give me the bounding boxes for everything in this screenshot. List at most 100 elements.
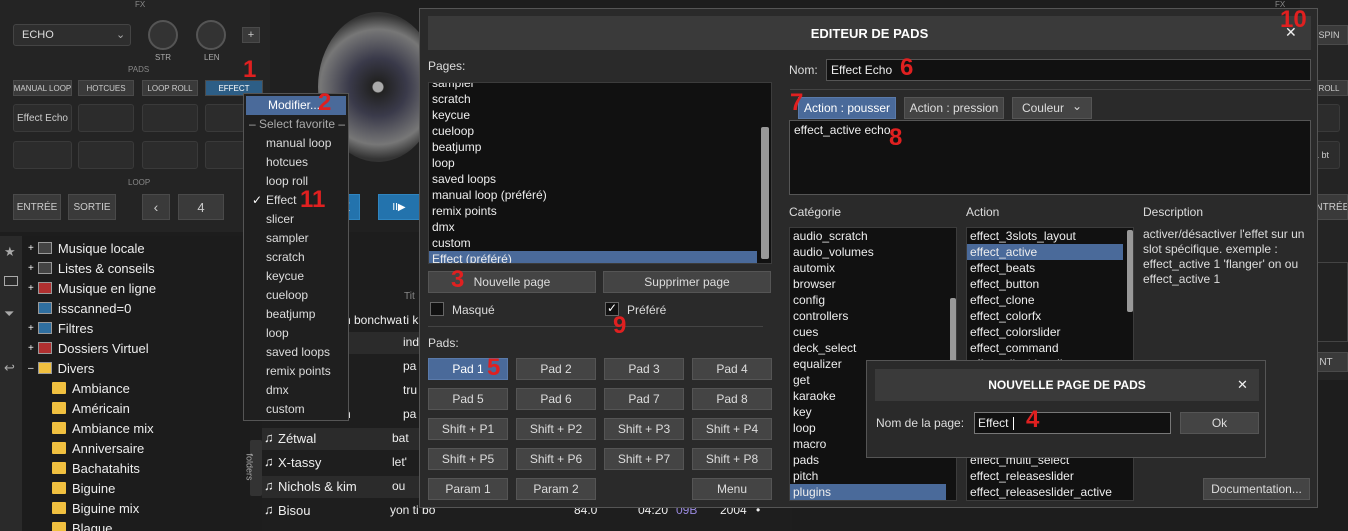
folder-bachatahits[interactable]: Bachatahits [52, 458, 140, 478]
page-name-input[interactable]: Effect [974, 412, 1171, 434]
folder-ambiance[interactable]: Ambiance [52, 378, 130, 398]
action-list-item[interactable]: effect_beats [967, 260, 1123, 276]
menu-item-favorite[interactable]: scratch [244, 248, 348, 267]
pad-button[interactable]: Pad 7 [604, 388, 684, 410]
menu-item-favorite[interactable]: saved loops [244, 343, 348, 362]
echo-select[interactable]: ECHO ⌄ [13, 24, 131, 46]
action-script-textarea[interactable]: effect_active echo [789, 120, 1311, 195]
action-list-item[interactable]: effect_button [967, 276, 1123, 292]
pad-button[interactable]: Shift + P3 [604, 418, 684, 440]
pad[interactable] [13, 141, 72, 169]
deck-play-button[interactable]: II▶ [378, 194, 420, 220]
page-list-item[interactable]: scratch [429, 91, 757, 107]
action-list-item[interactable]: effect_colorslider [967, 324, 1123, 340]
column-header-title[interactable]: Tit [404, 291, 415, 302]
pad-button[interactable]: Pad 8 [692, 388, 772, 410]
menu-item-favorite[interactable]: loop roll [244, 172, 348, 191]
page-list-item[interactable]: remix points [429, 203, 757, 219]
menu-item-favorite[interactable]: custom [244, 400, 348, 419]
ok-button[interactable]: Ok [1180, 412, 1259, 434]
loop-size-value[interactable]: 4 [178, 194, 224, 220]
page-list-item[interactable]: custom [429, 235, 757, 251]
filter-icon[interactable]: ⏷ [4, 306, 14, 322]
folder-anniversaire[interactable]: Anniversaire [52, 438, 144, 458]
pad[interactable] [78, 141, 134, 169]
page-list-item[interactable]: cueloop [429, 123, 757, 139]
pad-button[interactable]: Pad 4 [692, 358, 772, 380]
delete-page-button[interactable]: Supprimer page [603, 271, 771, 293]
categorie-list-item[interactable]: config [790, 292, 946, 308]
pad-button[interactable]: Shift + P5 [428, 448, 508, 470]
tab-couleur[interactable]: Couleur ⌄ [1012, 97, 1092, 119]
action-list-item[interactable]: effect_colorfx [967, 308, 1123, 324]
masque-checkbox[interactable] [430, 302, 444, 316]
categorie-list-item[interactable]: audio_volumes [790, 244, 946, 260]
tab-action-pression[interactable]: Action : pression [904, 97, 1004, 119]
categorie-list-item[interactable]: automix [790, 260, 946, 276]
pad-button[interactable]: Shift + P1 [428, 418, 508, 440]
pad[interactable] [142, 141, 198, 169]
pad-effect-echo[interactable]: Effect Echo [13, 104, 72, 132]
page-list-item[interactable]: sampler [429, 83, 757, 91]
action-list-item[interactable]: effect_command [967, 340, 1123, 356]
pad-button[interactable]: Pad 6 [516, 388, 596, 410]
categorie-list-item[interactable]: cues [790, 324, 946, 340]
page-list-item[interactable]: manual loop (préféré) [429, 187, 757, 203]
documentation-button[interactable]: Documentation... [1203, 478, 1310, 500]
menu-item-favorite[interactable]: sampler [244, 229, 348, 248]
action-list-item[interactable]: effect_releaseslider [967, 468, 1123, 484]
back-icon[interactable]: ↩ [4, 360, 15, 376]
menu-item-favorite[interactable]: dmx [244, 381, 348, 400]
categorie-list-item[interactable]: pitch [790, 468, 946, 484]
menu-item-favorite[interactable]: remix points [244, 362, 348, 381]
star-icon[interactable]: ★ [4, 244, 16, 260]
folder-ambiance-mix[interactable]: Ambiance mix [52, 418, 154, 438]
tree-item-dossiers-virtuel[interactable]: + Dossiers Virtuel [28, 338, 149, 358]
knob-len[interactable] [196, 20, 226, 50]
menu-item-favorite[interactable]: slicer [244, 210, 348, 229]
pad[interactable] [142, 104, 198, 132]
tree-item-listes[interactable]: + Listes & conseils [28, 258, 155, 278]
pad-button[interactable]: Shift + P2 [516, 418, 596, 440]
pad-button[interactable]: Pad 5 [428, 388, 508, 410]
knob-str[interactable] [148, 20, 178, 50]
action-list-item[interactable]: effect_active [967, 244, 1123, 260]
page-list-item[interactable]: Effect (préféré) [429, 251, 757, 263]
menu-item-favorite[interactable]: beatjump [244, 305, 348, 324]
tree-item-en-ligne[interactable]: + Musique en ligne [28, 278, 156, 298]
pad-button[interactable]: Shift + P4 [692, 418, 772, 440]
tree-item-divers[interactable]: – Divers [28, 358, 94, 378]
pad[interactable] [205, 141, 245, 169]
page-list-item[interactable]: saved loops [429, 171, 757, 187]
folder-americain[interactable]: Américain [52, 398, 130, 418]
menu-item-favorite[interactable]: cueloop [244, 286, 348, 305]
page-list-item[interactable]: beatjump [429, 139, 757, 155]
menu-item-favorite[interactable]: keycue [244, 267, 348, 286]
pad[interactable] [78, 104, 134, 132]
page-list-item[interactable]: loop [429, 155, 757, 171]
folder-blague[interactable]: Blague [52, 518, 112, 531]
pages-list[interactable]: sampler scratch keycue cueloop beatjump loop s… [428, 82, 772, 264]
categorie-list-item[interactable]: audio_scratch [790, 228, 946, 244]
pad[interactable] [205, 104, 245, 132]
nom-input[interactable]: Effect Echo [826, 59, 1311, 81]
menu-item-favorite[interactable]: manual loop [244, 134, 348, 153]
pad-button[interactable]: Param 2 [516, 478, 596, 500]
menu-item-favorite[interactable]: ✓ Effect [244, 191, 348, 210]
folder-biguine[interactable]: Biguine [52, 478, 115, 498]
categorie-list-item[interactable]: controllers [790, 308, 946, 324]
folders-tab[interactable]: folders [245, 440, 262, 496]
folder-biguine-mix[interactable]: Biguine mix [52, 498, 139, 518]
pad-button[interactable]: Pad 2 [516, 358, 596, 380]
menu-item-favorite[interactable]: hotcues [244, 153, 348, 172]
tab-action-pousser[interactable]: Action : pousser [798, 97, 896, 119]
tree-item-musique-locale[interactable]: + Musique locale [28, 238, 145, 258]
tree-item-isscanned[interactable]: isscanned=0 [38, 298, 131, 318]
pages-scrollbar[interactable] [761, 127, 769, 259]
close-icon[interactable]: ✕ [1237, 377, 1248, 393]
action-list-item[interactable]: effect_3slots_layout [967, 228, 1123, 244]
drive-icon[interactable] [4, 276, 18, 286]
pad-tab-hotcues[interactable]: HOTCUES [78, 80, 134, 96]
categorie-list-item[interactable]: plugins [790, 484, 946, 500]
tree-item-filtres[interactable]: + Filtres [28, 318, 93, 338]
